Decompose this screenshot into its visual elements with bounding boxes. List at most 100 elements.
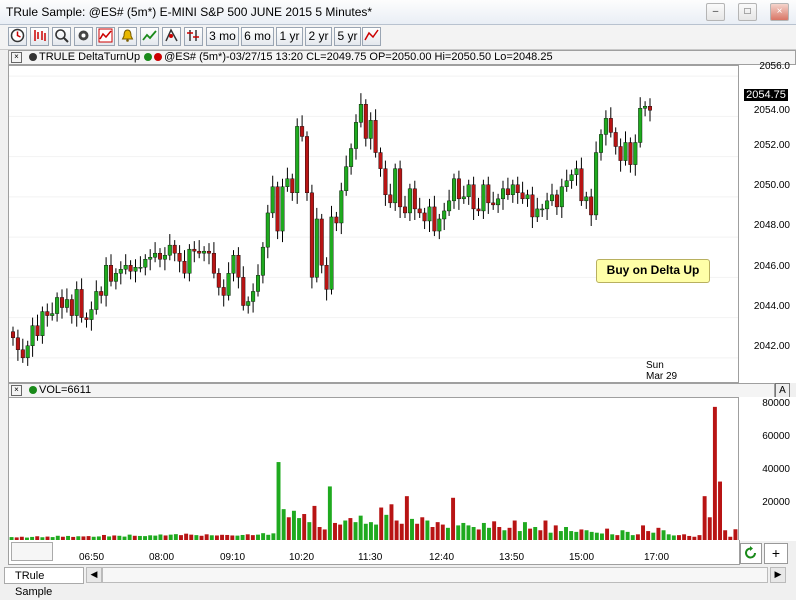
candle-body [270, 186, 275, 214]
buy-signal-annotation[interactable]: Buy on Delta Up [596, 259, 710, 283]
volume-bar [589, 531, 594, 540]
volume-tick: 20000 [762, 497, 790, 508]
range-6mo-button[interactable]: 6 mo [241, 27, 274, 46]
volume-bar [399, 523, 404, 540]
clock-icon[interactable] [8, 27, 27, 46]
time-label: 13:50 [499, 552, 525, 563]
candle-body [300, 126, 305, 137]
candle-body [202, 250, 207, 254]
range-5yr-button[interactable]: 5 yr [334, 27, 361, 46]
candle-body [378, 152, 383, 169]
volume-bar [569, 531, 574, 540]
range-1yr-button[interactable]: 1 yr [276, 27, 303, 46]
candle-body [30, 325, 35, 346]
alert-bell-icon[interactable] [118, 27, 137, 46]
close-study-icon[interactable]: × [11, 52, 22, 63]
candle-body [437, 218, 442, 232]
price-tick: 2052.00 [753, 140, 790, 151]
candle-body [608, 118, 613, 133]
candle-body [628, 142, 633, 165]
scroll-right-arrow[interactable]: ▶ [770, 567, 786, 583]
volume-bar [374, 524, 379, 540]
candle-body [550, 194, 555, 202]
candle-body [589, 196, 594, 216]
volume-bar [476, 529, 481, 540]
candle-body [314, 218, 319, 278]
volume-axis: 80000 60000 40000 20000 [738, 397, 796, 541]
volume-status-dot[interactable] [29, 386, 37, 394]
bar-type-icon[interactable] [30, 27, 49, 46]
zoom-icon[interactable] [52, 27, 71, 46]
volume-bar [651, 532, 656, 540]
volume-bar [605, 528, 610, 540]
volume-bar [353, 522, 358, 540]
price-chart-area[interactable] [8, 65, 739, 383]
candle-body [648, 106, 653, 111]
candle-body [265, 212, 270, 248]
volume-bar [410, 518, 414, 540]
candle-body [118, 269, 123, 274]
strategy-icon[interactable] [140, 27, 159, 46]
auto-scale-button[interactable]: A [775, 383, 790, 398]
time-label: 12:40 [429, 552, 455, 563]
candle-body [594, 152, 599, 216]
volume-bar [487, 527, 491, 540]
range-3mo-button[interactable]: 3 mo [206, 27, 239, 46]
candle-body [393, 168, 398, 204]
volume-bar [707, 517, 712, 540]
chart-analysis-icon[interactable] [362, 27, 381, 46]
volume-bar [656, 527, 661, 540]
candle-body [569, 174, 574, 181]
drawing-tool-icon[interactable] [162, 27, 181, 46]
candle-body [427, 206, 432, 222]
candle-body [422, 212, 427, 222]
volume-bar [297, 518, 302, 540]
candle-body [643, 106, 648, 109]
volume-bar [512, 520, 517, 540]
time-scroll-thumb[interactable] [11, 542, 53, 561]
close-volume-icon[interactable]: × [11, 385, 22, 396]
volume-bar [733, 529, 738, 540]
volume-bar [481, 522, 486, 540]
candle-body [50, 313, 55, 316]
tab-scrollbar[interactable] [102, 567, 768, 583]
candle-body [143, 259, 148, 268]
candle-body [349, 148, 354, 167]
volume-bar [461, 522, 466, 540]
order-bar-icon[interactable] [184, 27, 203, 46]
range-2yr-button[interactable]: 2 yr [305, 27, 332, 46]
volume-tick: 60000 [762, 431, 790, 442]
volume-chart-area[interactable] [8, 397, 739, 541]
maximize-button[interactable]: □ [738, 3, 757, 21]
candle-body [94, 291, 99, 310]
add-panel-button[interactable]: + [764, 543, 788, 564]
candle-body [486, 184, 491, 204]
study-status-dot[interactable] [29, 53, 37, 61]
candle-body [153, 252, 158, 258]
window-titlebar: TRule Sample: @ES# (5m*) E-MINI S&P 500 … [0, 0, 796, 25]
refresh-button[interactable] [740, 543, 762, 564]
volume-bar [348, 518, 353, 540]
scroll-left-arrow[interactable]: ◀ [86, 567, 102, 583]
volume-bar [492, 521, 497, 540]
time-label: 08:00 [149, 552, 175, 563]
candle-body [525, 194, 530, 200]
chart-toolbar: 3 mo 6 mo 1 yr 2 yr 5 yr [0, 25, 796, 50]
candle-body [295, 126, 300, 194]
volume-bar [291, 510, 296, 540]
candle-body [20, 349, 25, 359]
volume-bar [543, 520, 548, 540]
candle-body [466, 184, 471, 198]
minimize-button[interactable]: – [706, 3, 725, 21]
candle-body [354, 122, 359, 149]
gear-icon[interactable] [74, 27, 93, 46]
volume-bar [533, 527, 538, 540]
candle-body [398, 168, 403, 208]
candle-body [216, 273, 221, 288]
volume-bar [286, 517, 291, 540]
close-button[interactable]: × [770, 3, 789, 21]
refresh-icon [745, 546, 756, 559]
indicator-icon[interactable] [96, 27, 115, 46]
volume-bar [338, 524, 343, 540]
workspace-tab[interactable]: TRule Sample [4, 567, 84, 598]
